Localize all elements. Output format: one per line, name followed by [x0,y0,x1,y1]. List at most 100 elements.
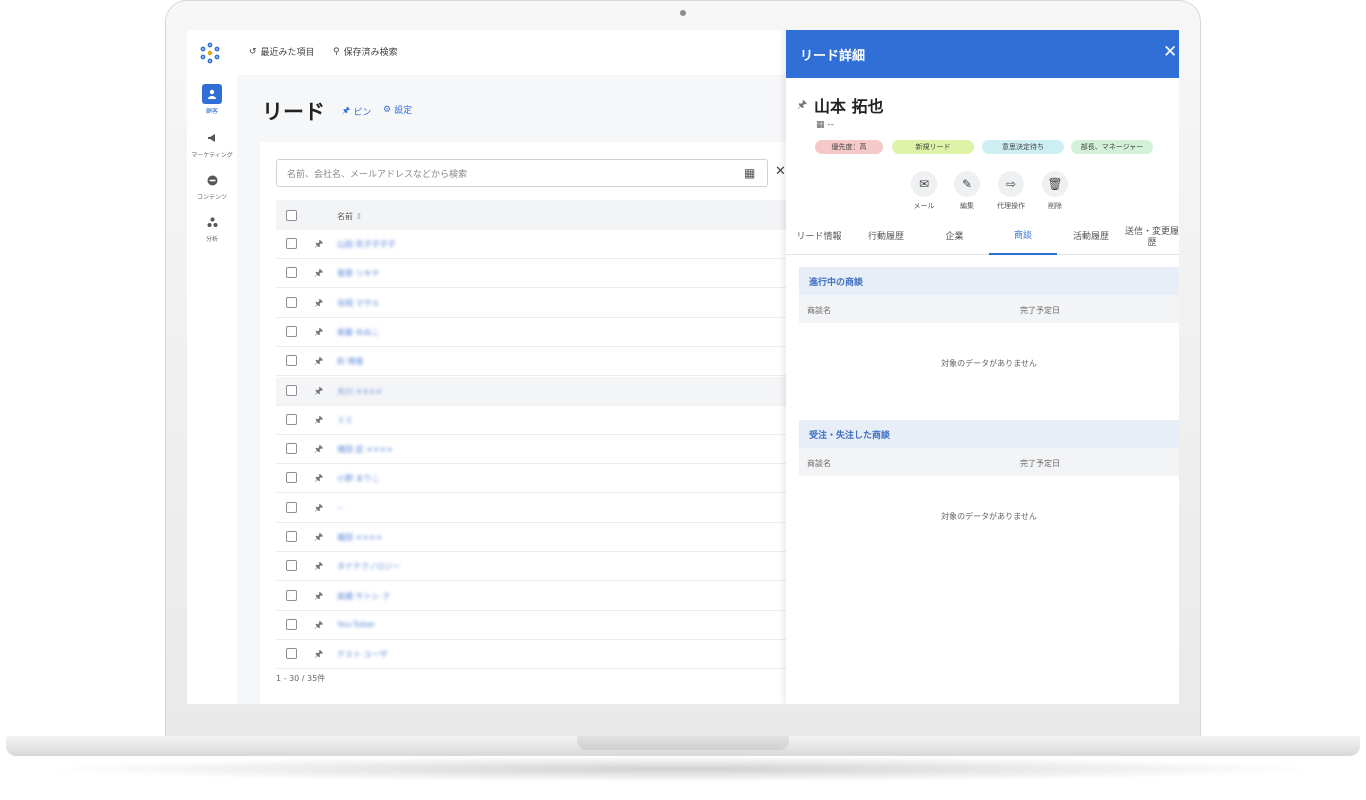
table-row[interactable]: 🖈 斎藤 ゆみこ [276,318,800,347]
table-row[interactable]: 🖈 高橋 サトシ ク [276,582,800,611]
pin-icon[interactable]: 🖈 [314,471,323,488]
close-icon[interactable]: ✕ [1163,42,1177,62]
lead-name-link[interactable]: 山田 花子子子子 [337,239,396,250]
lead-name-link[interactable]: You-Tuber [337,620,375,629]
lead-name-link[interactable]: 鈴 晴香 [337,356,364,367]
nav-item-content[interactable]: コンテンツ [187,170,237,201]
pencil-icon: ✎ [954,171,980,197]
pin-icon[interactable]: 🖈 [314,530,323,547]
detail-tab[interactable]: 活動履歴 [1057,220,1125,255]
table-row[interactable]: 🖈 小野 まりこ [276,464,800,494]
pin-icon: 🖈 [342,106,351,116]
lead-detail-panel: リード詳細 ✕ 🖈 山本 拓也 ▦ -- 優先度：高 新規リード 意思決定待ち 部長、… [786,30,1179,704]
action-button[interactable]: ✉ メール [904,171,944,211]
qr-code-icon[interactable]: ▦ [744,166,755,180]
table-row[interactable]: 🖈 You-Tuber [276,611,800,640]
section-header-closed-deals[interactable]: 受注・失注した商談 [799,420,1179,448]
search-input[interactable]: 名前、会社名、メールアドレスなどから検索 [276,159,768,187]
lead-name-link[interactable]: 小野 まりこ [337,473,380,484]
pin-icon[interactable]: 🖈 [314,237,323,254]
pin-icon[interactable]: 🖈 [797,96,807,115]
app-logo-icon[interactable] [199,42,221,64]
table-row[interactable]: 🖈 テスト ユーザ [276,640,800,670]
action-button[interactable]: ✎ 編集 [947,171,987,211]
row-checkbox[interactable] [286,296,297,308]
table-row[interactable]: 🖈 ミミ [276,406,800,435]
pin-icon[interactable]: 🖈 [314,325,323,342]
section-header-open-deals[interactable]: 進行中の商談 [799,267,1179,295]
recent-items-link[interactable]: ↺ 最近みた項目 [249,45,315,59]
pin-icon[interactable]: 🖈 [314,589,323,606]
table-row[interactable]: 🖈 タナテクノロジー [276,552,800,582]
action-button[interactable]: ⇨ 代理操作 [991,171,1031,211]
row-checkbox[interactable] [286,560,297,572]
megaphone-icon [202,128,222,148]
select-all-checkbox[interactable] [286,210,297,221]
detail-tabs: リード情報 行動履歴 企業 商談 活動履歴 送信・変更履歴 [786,220,1179,255]
nav-item-marketing[interactable]: マーケティング [187,128,237,159]
table-row[interactable]: 🖈 寺岡 マサル [276,289,800,318]
pin-icon[interactable]: 🖈 [314,501,323,518]
table-row[interactable]: 🖈 菅原 リキヤ [276,259,800,289]
table-row[interactable]: 🖈 山田 花子子子子 [276,230,800,259]
lead-name-link[interactable]: 斎藤 ゆみこ [337,327,380,338]
nav-item-customer[interactable]: 顧客 [187,84,237,115]
nav-item-analytics[interactable]: 分析 [187,212,237,243]
row-checkbox[interactable] [286,501,297,513]
table-row[interactable]: 🖈 増田 武 ×××× [276,435,800,465]
table-row[interactable]: 🖈 -- [276,494,800,523]
row-checkbox[interactable] [286,384,297,396]
table-row[interactable]: 🖈 福田 ×××× [276,523,800,552]
lead-name-link[interactable]: ミミ [337,415,353,426]
row-checkbox[interactable] [286,355,297,367]
lead-name-link[interactable]: 寺岡 マサル [337,298,380,309]
pin-icon[interactable]: 🖈 [314,354,323,371]
saved-search-link[interactable]: ⚲ 保存済み検索 [333,45,398,59]
row-checkbox[interactable] [286,443,297,455]
row-checkbox[interactable] [286,472,297,484]
detail-tab[interactable]: 行動履歴 [852,220,920,255]
lead-name-link[interactable]: 菅原 リキヤ [337,268,380,279]
lead-name-link[interactable]: 福田 ×××× [337,532,382,543]
lead-name-link[interactable]: テスト ユーザ [337,649,387,660]
detail-tab[interactable]: 商談 [989,220,1057,255]
pin-icon[interactable]: 🖈 [314,647,323,664]
table-row[interactable]: 🖈 大川 ×××× [276,376,800,406]
trash-icon: 🗑 [1042,171,1068,197]
detail-tab[interactable]: リード情報 [786,220,852,255]
detail-tab[interactable]: 送信・変更履歴 [1125,220,1179,255]
row-checkbox[interactable] [286,648,297,660]
column-name-header[interactable]: 名前 ⇕ [337,211,362,222]
close-icon[interactable]: ✕ [775,164,786,179]
lead-name-link[interactable]: -- [337,503,343,512]
lead-name-link[interactable]: 大川 ×××× [337,386,382,397]
row-checkbox[interactable] [286,325,297,337]
pin-button[interactable]: 🖈 ピン [342,103,371,119]
nav-label: 分析 [205,236,218,243]
row-checkbox[interactable] [286,267,297,279]
pin-icon[interactable]: 🖈 [314,296,323,313]
lead-name-link[interactable]: 高橋 サトシ ク [337,591,390,602]
table-row[interactable]: 🖈 鈴 晴香 [276,347,800,377]
lead-name-link[interactable]: 増田 武 ×××× [337,444,393,455]
empty-message: 対象のデータがありません [941,512,1037,521]
row-checkbox[interactable] [286,531,297,542]
pin-icon[interactable]: 🖈 [314,559,323,576]
pin-icon[interactable]: 🖈 [314,384,323,401]
panel-header: リード詳細 ✕ [786,30,1179,78]
row-checkbox[interactable] [286,238,297,249]
pin-icon[interactable]: 🖈 [314,442,323,459]
pin-icon[interactable]: 🖈 [314,266,323,283]
lead-name-link[interactable]: タナテクノロジー [337,561,401,572]
action-button[interactable]: 🗑 削除 [1035,171,1075,211]
pin-icon[interactable]: 🖈 [314,413,323,430]
lead-name: 山本 拓也 [814,97,884,116]
pin-icon[interactable]: 🖈 [314,618,323,635]
row-checkbox[interactable] [286,589,297,601]
row-checkbox[interactable] [286,618,297,630]
action-label: 削除 [1048,202,1062,210]
row-checkbox[interactable] [286,413,297,425]
table-header: 名前 ⇕ [276,200,800,230]
detail-tab[interactable]: 企業 [920,220,989,255]
settings-button[interactable]: ⚙ 設定 [383,103,412,117]
